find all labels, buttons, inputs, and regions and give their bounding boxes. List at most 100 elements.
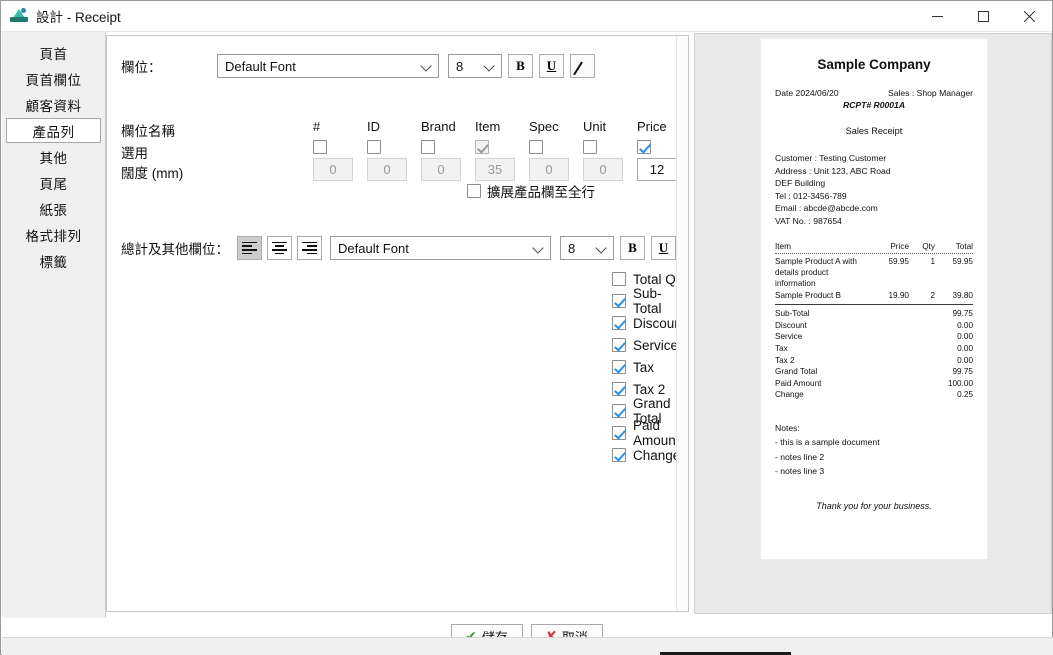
column-width-input[interactable]: 0 — [313, 158, 353, 181]
receipt-total-row: Service 0.00 — [775, 331, 973, 343]
expand-product-column-row[interactable]: 擴展產品欄至全行 — [467, 181, 595, 201]
totals-option-checkbox[interactable] — [612, 360, 626, 374]
totals-option-checkbox[interactable] — [612, 382, 626, 396]
column-label: Unit — [583, 119, 607, 134]
field-italic-button[interactable] — [570, 54, 595, 78]
sidebar-item-header-fields[interactable]: 頁首欄位 — [6, 66, 101, 91]
receipt-customer-block: Customer : Testing Customer Address : Un… — [775, 152, 973, 228]
customer-line: Customer : Testing Customer — [775, 153, 887, 163]
sidebar-item-footer[interactable]: 頁尾 — [6, 170, 101, 195]
field-font-row: 欄位： Default Font 8 B U — [121, 54, 595, 78]
receipt-date: Date 2024/06/20 — [775, 88, 839, 98]
totals-option-checkbox[interactable] — [612, 448, 626, 462]
column-width-input[interactable]: 0 — [367, 158, 407, 181]
receipt-thanks-message: Thank you for your business. — [816, 500, 932, 511]
maximize-button[interactable] — [960, 1, 1006, 32]
receipt-doc-title: Sales Receipt — [845, 126, 903, 136]
item-name: Sample Product A with — [775, 256, 857, 266]
column-width-input[interactable]: 0 — [583, 158, 623, 181]
design-receipt-window: 設計 - Receipt 頁首 頁首欄位 顧客資料 產品列 其他 頁尾 紙張 格… — [0, 0, 1053, 655]
total-value: 0.00 — [957, 355, 973, 365]
column-width-input[interactable]: 35 — [475, 158, 515, 181]
totals-font-value: Default Font — [338, 240, 409, 256]
expand-product-column-checkbox[interactable] — [467, 184, 481, 198]
field-font-size-select[interactable]: 8 — [448, 54, 502, 78]
minimize-button[interactable] — [914, 1, 960, 32]
sidebar-item-product-rows[interactable]: 產品列 — [6, 118, 101, 143]
customer-line: Email : abcde@abcde.com — [775, 203, 878, 214]
totals-option-checkbox[interactable] — [612, 272, 626, 286]
column-enable-checkbox[interactable] — [313, 140, 327, 154]
notes-line: - this is a sample document — [775, 437, 880, 448]
totals-bold-button[interactable]: B — [620, 236, 645, 260]
sidebar-item-header[interactable]: 頁首 — [6, 40, 101, 65]
table-header-divider — [775, 252, 973, 254]
chevron-down-icon — [483, 59, 497, 73]
column-config-spec: Spec 0 — [529, 118, 583, 181]
column-config-brand: Brand 0 — [421, 118, 475, 181]
totals-option-checkbox[interactable] — [612, 426, 626, 440]
sidebar-item-others[interactable]: 其他 — [6, 144, 101, 169]
totals-option-checkbox[interactable] — [612, 316, 626, 330]
total-label: Service — [775, 332, 803, 342]
item-qty: 1 — [930, 256, 935, 266]
column-enable-checkbox[interactable] — [529, 140, 543, 154]
column-enable-checkbox[interactable] — [367, 140, 381, 154]
header-total: Total — [955, 241, 973, 251]
align-left-button[interactable] — [237, 236, 262, 260]
sidebar-item-layout[interactable]: 格式排列 — [6, 222, 101, 247]
totals-section-label: 總計及其他欄位： — [121, 242, 229, 257]
customer-line: VAT No. : 987654 — [775, 215, 842, 226]
total-value: 0.00 — [957, 320, 973, 330]
field-font-size-value: 8 — [456, 58, 464, 74]
field-font-select[interactable]: Default Font — [217, 54, 439, 78]
receipt-total-row: Grand Total 99.75 — [775, 366, 973, 378]
totals-option-checkbox[interactable] — [612, 404, 626, 418]
receipt-company-name: Sample Company — [817, 57, 931, 72]
receipt-paper: Sample Company Date 2024/06/20 Sales : S… — [761, 39, 987, 559]
receipt-total-row: Discount 0.00 — [775, 320, 973, 332]
receipt-total-row: Sub-Total 99.75 — [775, 308, 973, 320]
receipt-item-row: Sample Product A with 59.95 1 59.95 — [775, 256, 973, 267]
align-center-button[interactable] — [267, 236, 292, 260]
totals-font-select[interactable]: Default Font — [330, 236, 551, 260]
sidebar-item-paper[interactable]: 紙張 — [6, 196, 101, 221]
header-item: Item — [775, 241, 791, 251]
field-bold-button[interactable]: B — [508, 54, 533, 78]
column-width-input[interactable]: 0 — [529, 158, 569, 181]
customer-line: Tel : 012-3456-789 — [775, 190, 847, 201]
totals-option-checkbox[interactable] — [612, 338, 626, 352]
column-config-unit: Unit 0 — [583, 118, 637, 181]
column-enable-checkbox[interactable] — [637, 140, 651, 154]
chevron-down-icon — [595, 241, 609, 255]
column-config-item: Item 35 — [475, 118, 529, 181]
total-label: Grand Total — [775, 367, 818, 377]
total-value: 0.25 — [957, 390, 973, 400]
align-right-button[interactable] — [297, 236, 322, 260]
column-enable-checkbox[interactable] — [421, 140, 435, 154]
receipt-total-row: Tax 0.00 — [775, 343, 973, 355]
customer-line: DEF Building — [775, 178, 826, 189]
notes-title: Notes: — [775, 422, 800, 433]
sidebar-item-customer-info[interactable]: 顧客資料 — [6, 92, 101, 117]
column-width-input[interactable]: 0 — [421, 158, 461, 181]
totals-option-checkbox[interactable] — [612, 294, 626, 308]
totals-option-label: Tax — [633, 359, 655, 375]
column-enable-checkbox[interactable] — [583, 140, 597, 154]
close-button[interactable] — [1006, 1, 1052, 32]
receipt-item-row: Sample Product B 19.90 2 39.80 — [775, 290, 973, 301]
totals-underline-button[interactable]: U — [651, 236, 676, 260]
receipt-number: RCPT# R0001A — [842, 100, 906, 110]
column-width-input[interactable]: 12 — [637, 158, 677, 181]
table-totals-divider — [775, 304, 973, 306]
receipt-total-row: Change 0.25 — [775, 389, 973, 401]
column-config-grid: # 0 ID 0 Brand 0 Item 35 Spec 0 Unit 0 P… — [313, 118, 688, 181]
sidebar-item-labels[interactable]: 標籤 — [6, 248, 101, 273]
chevron-down-icon — [532, 241, 546, 255]
form-vertical-scrollbar[interactable] — [676, 36, 688, 611]
item-name-line2: details product information — [775, 267, 829, 289]
field-underline-button[interactable]: U — [539, 54, 564, 78]
column-label: Item — [475, 119, 501, 134]
totals-font-size-select[interactable]: 8 — [560, 236, 614, 260]
totals-font-size-value: 8 — [568, 240, 576, 256]
